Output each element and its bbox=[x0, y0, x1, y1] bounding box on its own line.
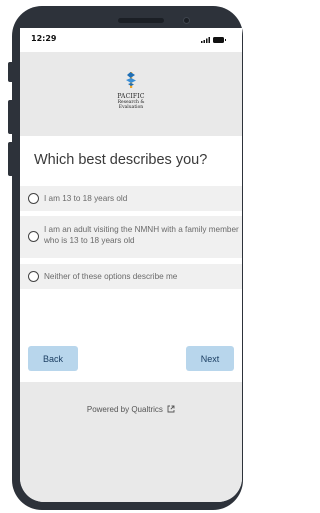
status-bar: 12:29 bbox=[20, 28, 242, 52]
radio-button[interactable] bbox=[28, 193, 39, 204]
option-row[interactable]: I am 13 to 18 years old bbox=[20, 186, 242, 211]
pacific-logo-icon bbox=[126, 72, 136, 88]
phone-screen: 12:29 PACIFIC Research & Evaluation Whic… bbox=[20, 28, 242, 502]
pacific-logo: PACIFIC Research & Evaluation bbox=[117, 70, 145, 118]
powered-by-label: Powered by Qualtrics bbox=[86, 405, 163, 414]
mute-switch bbox=[8, 62, 12, 82]
survey-header: PACIFIC Research & Evaluation bbox=[20, 52, 242, 136]
logo-line-3: Evaluation bbox=[118, 105, 144, 110]
radio-button[interactable] bbox=[28, 271, 39, 282]
battery-icon bbox=[213, 37, 226, 43]
volume-down-button bbox=[8, 142, 12, 176]
option-row[interactable]: Neither of these options describe me bbox=[20, 264, 242, 289]
volume-up-button bbox=[8, 100, 12, 134]
powered-by-link[interactable]: Powered by Qualtrics bbox=[20, 405, 242, 414]
signal-icon bbox=[201, 37, 210, 43]
option-label: I am 13 to 18 years old bbox=[44, 194, 128, 203]
camera-icon bbox=[183, 17, 190, 24]
option-label: I am an adult visiting the NMNH with a f… bbox=[44, 225, 239, 245]
navigation-bar: Back Next bbox=[20, 346, 242, 382]
radio-button[interactable] bbox=[28, 231, 39, 242]
question-text: Which best describes you? bbox=[34, 152, 208, 168]
speaker-grille bbox=[118, 18, 164, 23]
external-link-icon bbox=[167, 405, 175, 413]
option-row[interactable]: I am an adult visiting the NMNH with a f… bbox=[20, 216, 242, 258]
next-button[interactable]: Next bbox=[186, 346, 234, 371]
option-label: Neither of these options describe me bbox=[44, 272, 178, 281]
survey-footer: Powered by Qualtrics bbox=[20, 382, 242, 502]
back-button[interactable]: Back bbox=[28, 346, 78, 371]
status-time: 12:29 bbox=[31, 34, 57, 43]
